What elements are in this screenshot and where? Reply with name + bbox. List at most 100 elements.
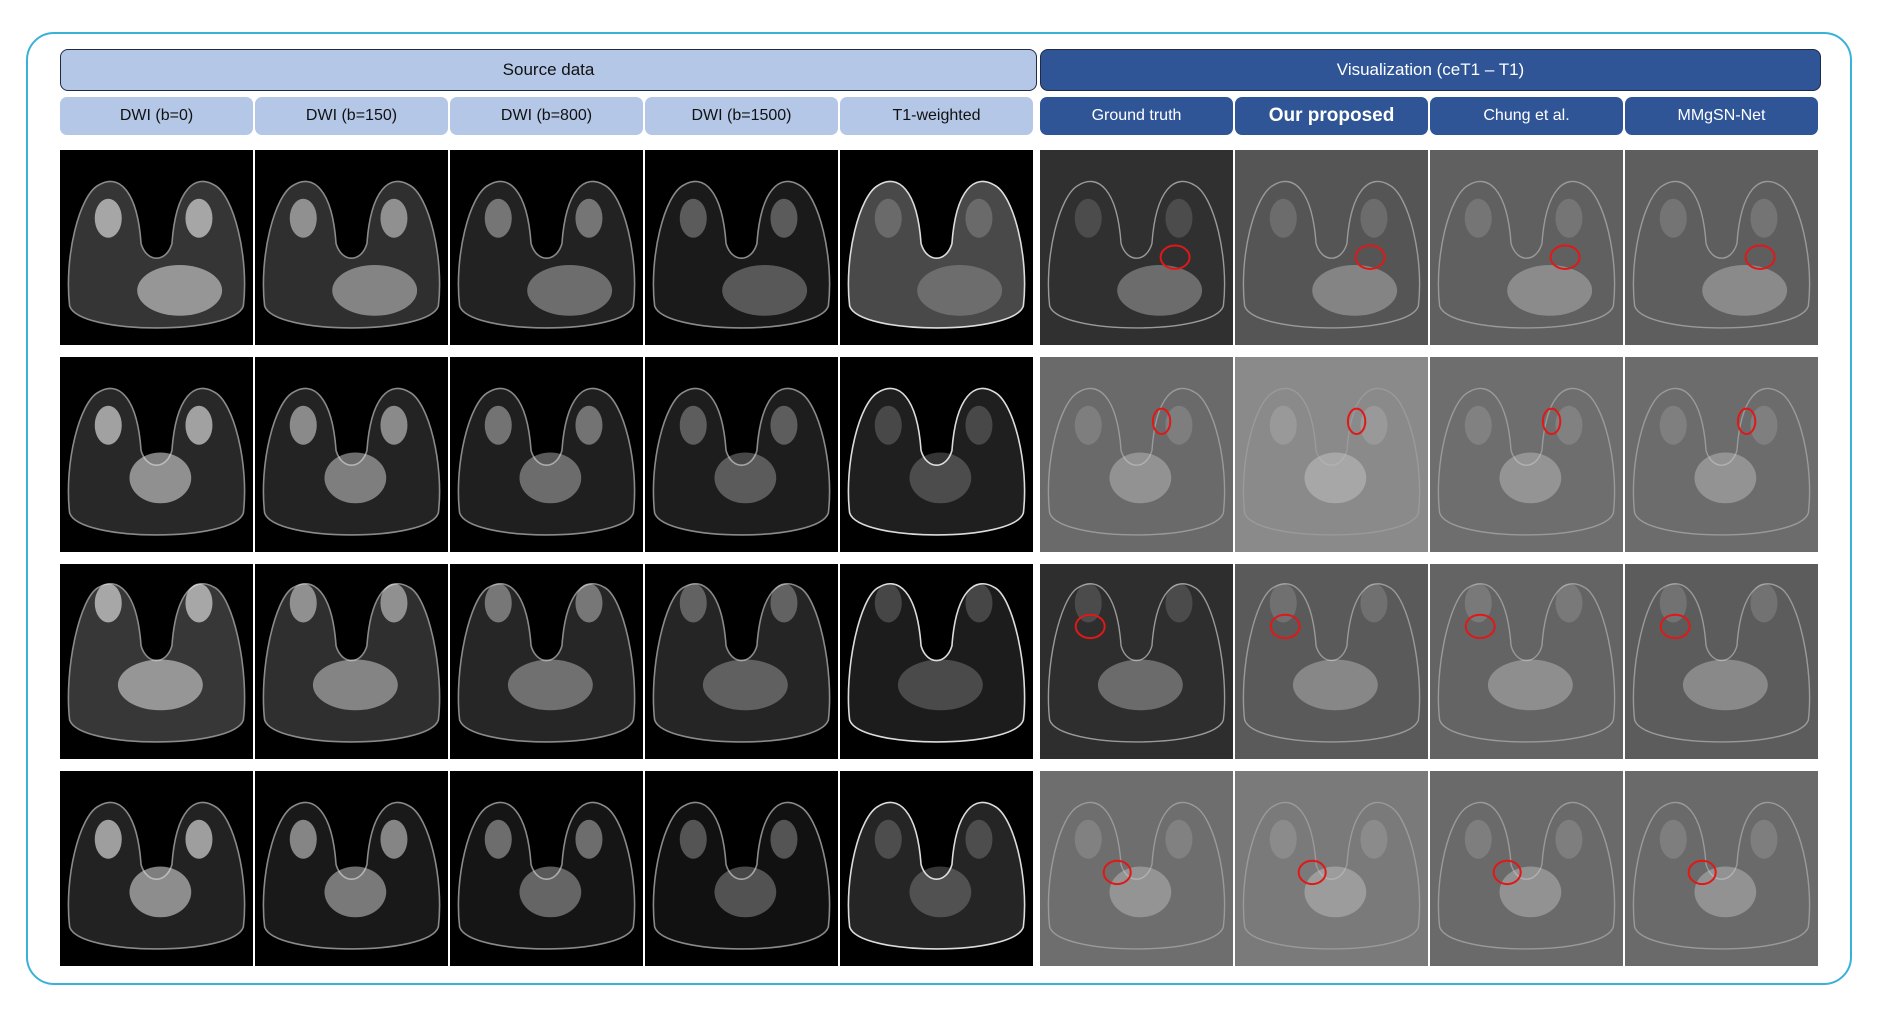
glandular-tissue	[874, 405, 902, 445]
tissue-mass	[324, 452, 387, 504]
image-panel-row4-dwi-b-0	[60, 771, 253, 966]
glandular-tissue	[874, 583, 902, 623]
glandular-tissue	[770, 198, 798, 238]
image-panel-row1-dwi-b-0	[60, 150, 253, 345]
glandular-tissue	[575, 198, 603, 238]
glandular-tissue	[1074, 819, 1102, 859]
image-panel-row2-dwi-b-1500	[645, 357, 838, 552]
glandular-tissue	[484, 819, 512, 859]
tissue-mass	[1507, 265, 1593, 316]
image-panel-row4-dwi-b-800	[450, 771, 643, 966]
glandular-tissue	[1360, 198, 1388, 238]
glandular-tissue	[484, 405, 512, 445]
image-panel-row2-chung-et-al	[1430, 357, 1623, 552]
image-panel-row1-ground-truth	[1040, 150, 1233, 345]
glandular-tissue	[1074, 198, 1102, 238]
glandular-tissue	[94, 198, 122, 238]
tissue-mass	[1117, 265, 1203, 316]
glandular-tissue	[679, 405, 707, 445]
glandular-tissue	[1750, 819, 1778, 859]
tissue-mass	[117, 659, 203, 711]
glandular-tissue	[484, 583, 512, 623]
tissue-mass	[324, 866, 387, 918]
panel-background	[1430, 150, 1623, 345]
image-panel-row4-t1-weighted	[840, 771, 1033, 966]
column-header-our-proposed: Our proposed	[1235, 97, 1428, 135]
glandular-tissue	[575, 405, 603, 445]
image-panel-row2-t1-weighted	[840, 357, 1033, 552]
tissue-mass	[1694, 452, 1757, 504]
image-panel-row2-dwi-b-0	[60, 357, 253, 552]
tissue-mass	[909, 452, 972, 504]
column-header-t1-weighted: T1-weighted	[840, 97, 1033, 135]
column-header-dwi-b-800: DWI (b=800)	[450, 97, 643, 135]
column-header-mmgsn-net: MMgSN-Net	[1625, 97, 1818, 135]
image-panel-row3-dwi-b-1500	[645, 564, 838, 759]
tissue-mass	[917, 265, 1003, 316]
tissue-mass	[519, 452, 582, 504]
tissue-mass	[1304, 866, 1367, 918]
image-panel-row1-dwi-b-1500	[645, 150, 838, 345]
glandular-tissue	[1555, 198, 1583, 238]
tissue-mass	[722, 265, 808, 316]
glandular-tissue	[770, 819, 798, 859]
glandular-tissue	[289, 405, 317, 445]
image-panel-row3-our-proposed	[1235, 564, 1428, 759]
tissue-mass	[1487, 659, 1573, 711]
glandular-tissue	[1464, 405, 1492, 445]
column-header-dwi-b-1500: DWI (b=1500)	[645, 97, 838, 135]
tissue-mass	[129, 452, 192, 504]
tissue-mass	[1304, 452, 1367, 504]
glandular-tissue	[1269, 405, 1297, 445]
image-panel-row2-dwi-b-150	[255, 357, 448, 552]
image-panel-row3-dwi-b-800	[450, 564, 643, 759]
tissue-mass	[909, 866, 972, 918]
image-panel-row2-dwi-b-800	[450, 357, 643, 552]
glandular-tissue	[185, 583, 213, 623]
glandular-tissue	[380, 405, 408, 445]
glandular-tissue	[94, 819, 122, 859]
tissue-mass	[312, 659, 398, 711]
glandular-tissue	[874, 819, 902, 859]
image-panel-row3-mmgsn-net	[1625, 564, 1818, 759]
glandular-tissue	[1360, 819, 1388, 859]
tissue-mass	[129, 866, 192, 918]
glandular-tissue	[380, 819, 408, 859]
glandular-tissue	[185, 405, 213, 445]
glandular-tissue	[1750, 198, 1778, 238]
image-panel-row1-mmgsn-net	[1625, 150, 1818, 345]
glandular-tissue	[1659, 198, 1687, 238]
image-panel-row1-dwi-b-150	[255, 150, 448, 345]
image-panel-row3-dwi-b-150	[255, 564, 448, 759]
column-header-chung-et-al: Chung et al.	[1430, 97, 1623, 135]
tissue-mass	[1702, 265, 1788, 316]
tissue-mass	[137, 265, 223, 316]
glandular-tissue	[1659, 405, 1687, 445]
glandular-tissue	[380, 583, 408, 623]
glandular-tissue	[965, 819, 993, 859]
source-data-banner: Source data	[60, 49, 1037, 91]
glandular-tissue	[770, 583, 798, 623]
image-panel-row4-dwi-b-150	[255, 771, 448, 966]
tissue-mass	[1097, 659, 1183, 711]
image-panel-row1-dwi-b-800	[450, 150, 643, 345]
glandular-tissue	[289, 583, 317, 623]
glandular-tissue	[965, 198, 993, 238]
glandular-tissue	[1750, 583, 1778, 623]
glandular-tissue	[770, 405, 798, 445]
glandular-tissue	[94, 583, 122, 623]
tissue-mass	[527, 265, 613, 316]
image-panel-row1-t1-weighted	[840, 150, 1033, 345]
glandular-tissue	[1464, 819, 1492, 859]
image-panel-row4-chung-et-al	[1430, 771, 1623, 966]
glandular-tissue	[965, 583, 993, 623]
panel-background	[1040, 150, 1233, 345]
tissue-mass	[702, 659, 788, 711]
tissue-mass	[1312, 265, 1398, 316]
glandular-tissue	[1464, 198, 1492, 238]
glandular-tissue	[575, 819, 603, 859]
glandular-tissue	[874, 198, 902, 238]
glandular-tissue	[679, 583, 707, 623]
tissue-mass	[519, 866, 582, 918]
image-panel-row3-chung-et-al	[1430, 564, 1623, 759]
